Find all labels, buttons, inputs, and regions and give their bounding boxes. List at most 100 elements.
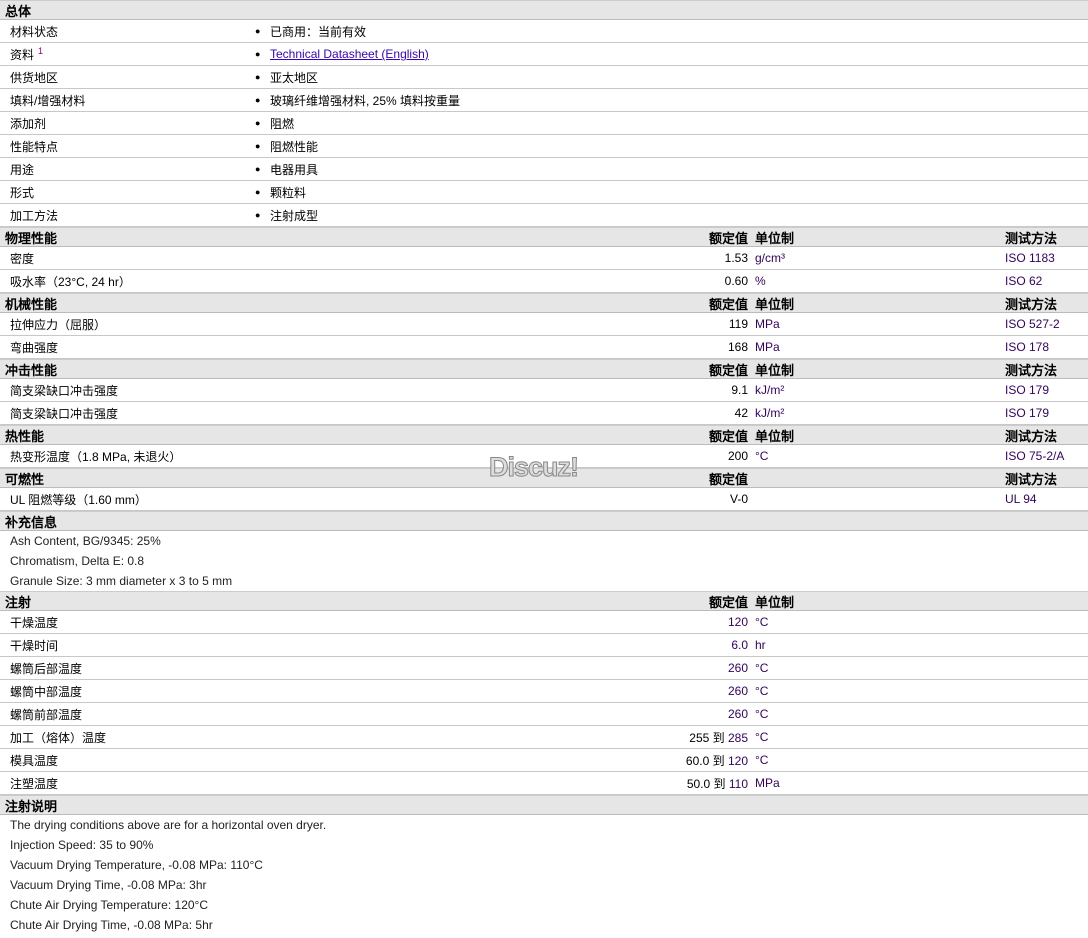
section-header: 冲击性能 额定值 单位制 测试方法 [0,359,1088,379]
property-name: 加工方法 [10,208,59,223]
property-name: 性能特点 [10,139,59,154]
table-row: 填料/增强材料 ● 玻璃纤维增强材料, 25% 填料按重量 [0,89,1088,112]
nominal-value: 120 [727,615,748,629]
header-nominal-value: 额定值 [708,471,748,487]
table-row: 加工方法 ● 注射成型 [0,204,1088,227]
bullet-icon: ● [255,72,261,82]
header-nominal-value: 额定值 [708,428,748,444]
watermark: Discuz! [488,452,579,483]
bullet-icon: ● [255,164,261,174]
note-line: The drying conditions above are for a ho… [10,818,327,832]
section-title: 物理性能 [5,230,58,246]
table-row: 形式 ● 颗粒料 [0,181,1088,204]
nominal-value: 1.53 [724,251,748,265]
table-row: 弯曲强度 168 MPa ISO 178 [0,336,1088,359]
footnote-marker: 1 [38,45,44,56]
section-header: 注射说明 [0,795,1088,815]
section-title: 机械性能 [5,296,58,312]
header-test-method: 测试方法 [1005,296,1058,312]
unit: MPa [755,317,780,331]
unit: °C [755,753,769,767]
unit: kJ/m² [755,383,785,397]
section-header: 注射 额定值 单位制 [0,591,1088,611]
table-row: 干燥温度 120 °C [0,611,1088,634]
bullet-icon: ● [255,187,261,197]
section-header: 机械性能 额定值 单位制 测试方法 [0,293,1088,313]
note-line: Chute Air Drying Temperature: 120°C [10,898,209,912]
property-name: 吸水率（23°C, 24 hr） [10,274,131,289]
header-unit: 单位制 [755,230,795,246]
range-sep: 到 [712,753,728,768]
header-test-method: 测试方法 [1005,230,1058,246]
property-name: 模具温度 [10,753,59,768]
range-min: 255 [689,730,713,745]
nominal-value: 50.0 到 110 [687,775,748,792]
unit: °C [755,684,769,698]
section-title: 冲击性能 [5,362,58,378]
nominal-value: 260 [727,707,748,721]
property-name: 形式 [10,185,35,200]
header-unit: 单位制 [755,362,795,378]
nominal-value: 200 [727,449,748,463]
note-line: Ash Content, BG/9345: 25% [10,534,161,548]
range-min: 60.0 [685,753,713,768]
nominal-value: 168 [727,340,748,354]
bullet-icon: ● [255,141,261,151]
property-name: 资料 1 [10,45,44,62]
note-line: Vacuum Drying Temperature, -0.08 MPa: 11… [10,858,263,872]
table-row: 性能特点 ● 阻燃性能 [0,135,1088,158]
section-title: 注射 [5,594,32,610]
property-name: 注塑温度 [10,776,59,791]
unit: kJ/m² [755,406,785,420]
unit: °C [755,707,769,721]
table-row: 简支梁缺口冲击强度 9.1 kJ/m² ISO 179 [0,379,1088,402]
bullet-icon: ● [255,49,261,59]
nominal-value: 119 [728,317,748,331]
section-header: 热性能 额定值 单位制 测试方法 [0,425,1088,445]
header-nominal-value: 额定值 [708,296,748,312]
test-method: ISO 179 [1005,383,1050,397]
property-value: 亚太地区 [270,70,319,85]
table-row: 密度 1.53 g/cm³ ISO 1183 [0,247,1088,270]
nominal-value: 42 [734,406,748,420]
range-sep: 到 [712,730,728,745]
nominal-value: 260 [727,661,748,675]
property-value: 颗粒料 [270,185,307,200]
range-min: 50.0 [686,776,714,791]
section-title: 可燃性 [5,471,45,487]
note-line: Chute Air Drying Time, -0.08 MPa: 5hr [10,918,213,932]
property-value: 阻燃 [270,116,295,131]
header-unit: 单位制 [755,296,795,312]
header-unit: 单位制 [755,594,795,610]
property-value: 电器用具 [270,162,319,177]
property-value: 玻璃纤维增强材料, 25% 填料按重量 [270,93,461,108]
note-line: Granule Size: 3 mm diameter x 3 to 5 mm [10,574,233,588]
property-name: 干燥温度 [10,615,59,630]
table-row: 拉伸应力（屈服） 119 MPa ISO 527-2 [0,313,1088,336]
unit: °C [755,730,769,744]
property-name: 简支梁缺口冲击强度 [10,383,119,398]
table-row: 材料状态 ● 已商用：当前有效 [0,20,1088,43]
test-method: UL 94 [1005,492,1037,506]
unit: MPa [755,776,780,790]
property-name: 密度 [10,251,35,266]
test-method: ISO 527-2 [1005,317,1060,331]
property-name: 供货地区 [10,70,59,85]
unit: g/cm³ [755,251,785,265]
nominal-value: 260 [727,684,748,698]
table-row: 注塑温度 50.0 到 110 MPa [0,772,1088,795]
property-name: 螺筒中部温度 [10,684,83,699]
table-row: 用途 ● 电器用具 [0,158,1088,181]
bullet-icon: ● [255,210,261,220]
nominal-value: 6.0 [731,638,748,652]
datasheet-link[interactable]: Technical Datasheet (English) [270,47,429,61]
section-title: 注射说明 [5,798,58,814]
bullet-icon: ● [255,95,261,105]
property-name: 弯曲强度 [10,340,59,355]
header-nominal-value: 额定值 [708,594,748,610]
note-line: Injection Speed: 35 to 90% [10,838,154,852]
unit: MPa [755,340,780,354]
unit: hr [755,638,766,652]
bullet-icon: ● [255,118,261,128]
property-name: 螺筒后部温度 [10,661,83,676]
